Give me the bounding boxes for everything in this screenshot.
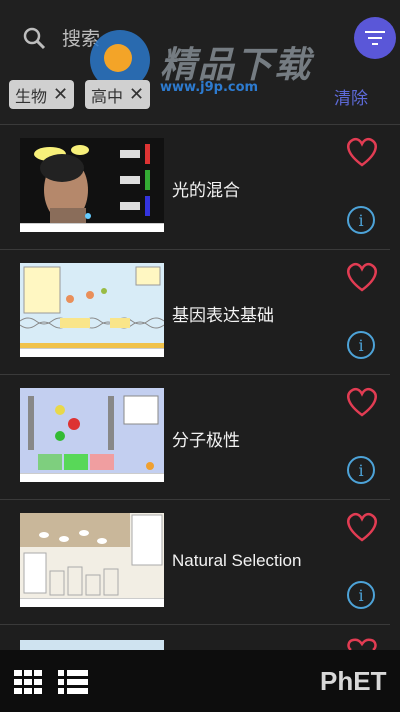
close-icon[interactable]: ✕ [129, 85, 144, 104]
info-icon[interactable]: i [347, 581, 375, 609]
sim-thumbnail[interactable] [20, 640, 164, 650]
filter-chip-level[interactable]: 高中 ✕ [85, 80, 151, 109]
filter-button[interactable] [354, 17, 396, 59]
list-item[interactable]: Natural Selection i [0, 499, 390, 625]
header-bar: 搜索 精品下载 www.j9p.com 生物 ✕ 高中 ✕ 清除 [0, 0, 400, 125]
sim-thumbnail[interactable] [20, 263, 164, 357]
sim-preview-image [20, 388, 164, 482]
heart-icon[interactable] [345, 511, 379, 543]
sim-title[interactable]: 基因表达基础 [172, 301, 274, 326]
grid-view-icon[interactable] [14, 670, 42, 694]
heart-icon[interactable] [345, 136, 379, 168]
watermark-url: www.j9p.com [160, 80, 259, 95]
heart-icon[interactable] [345, 638, 379, 650]
sim-preview-image [20, 138, 164, 232]
phet-logo: PhET [320, 666, 387, 696]
heart-icon[interactable] [345, 386, 379, 418]
sim-thumbnail[interactable] [20, 513, 164, 607]
search-icon[interactable] [22, 26, 46, 50]
info-icon[interactable]: i [347, 456, 375, 484]
chip-label: 高中 [91, 86, 124, 106]
watermark-text: 精品下载 [160, 45, 313, 86]
chip-label: 生物 [15, 86, 48, 106]
sim-title[interactable]: 分子极性 [172, 426, 240, 451]
heart-icon[interactable] [345, 261, 379, 293]
sim-title[interactable]: Natural Selection [172, 551, 301, 571]
filter-chip-subject[interactable]: 生物 ✕ [9, 80, 75, 109]
list-item[interactable]: 光的混合 i [0, 124, 390, 250]
list-view-icon[interactable] [58, 670, 88, 694]
sim-title[interactable]: 光的混合 [172, 176, 240, 201]
sim-thumbnail[interactable] [20, 388, 164, 482]
info-icon[interactable]: i [347, 206, 375, 234]
list-item[interactable]: 分子极性 i [0, 374, 390, 500]
list-item[interactable] [0, 626, 390, 650]
filter-icon [365, 31, 385, 45]
sim-preview-image [20, 513, 164, 607]
list-item[interactable]: 基因表达基础 i [0, 249, 390, 375]
sim-preview-image [20, 263, 164, 357]
clear-button[interactable]: 清除 [334, 84, 368, 109]
sim-thumbnail[interactable] [20, 138, 164, 232]
info-icon[interactable]: i [347, 331, 375, 359]
close-icon[interactable]: ✕ [53, 85, 68, 104]
search-input[interactable]: 搜索 [62, 24, 100, 51]
